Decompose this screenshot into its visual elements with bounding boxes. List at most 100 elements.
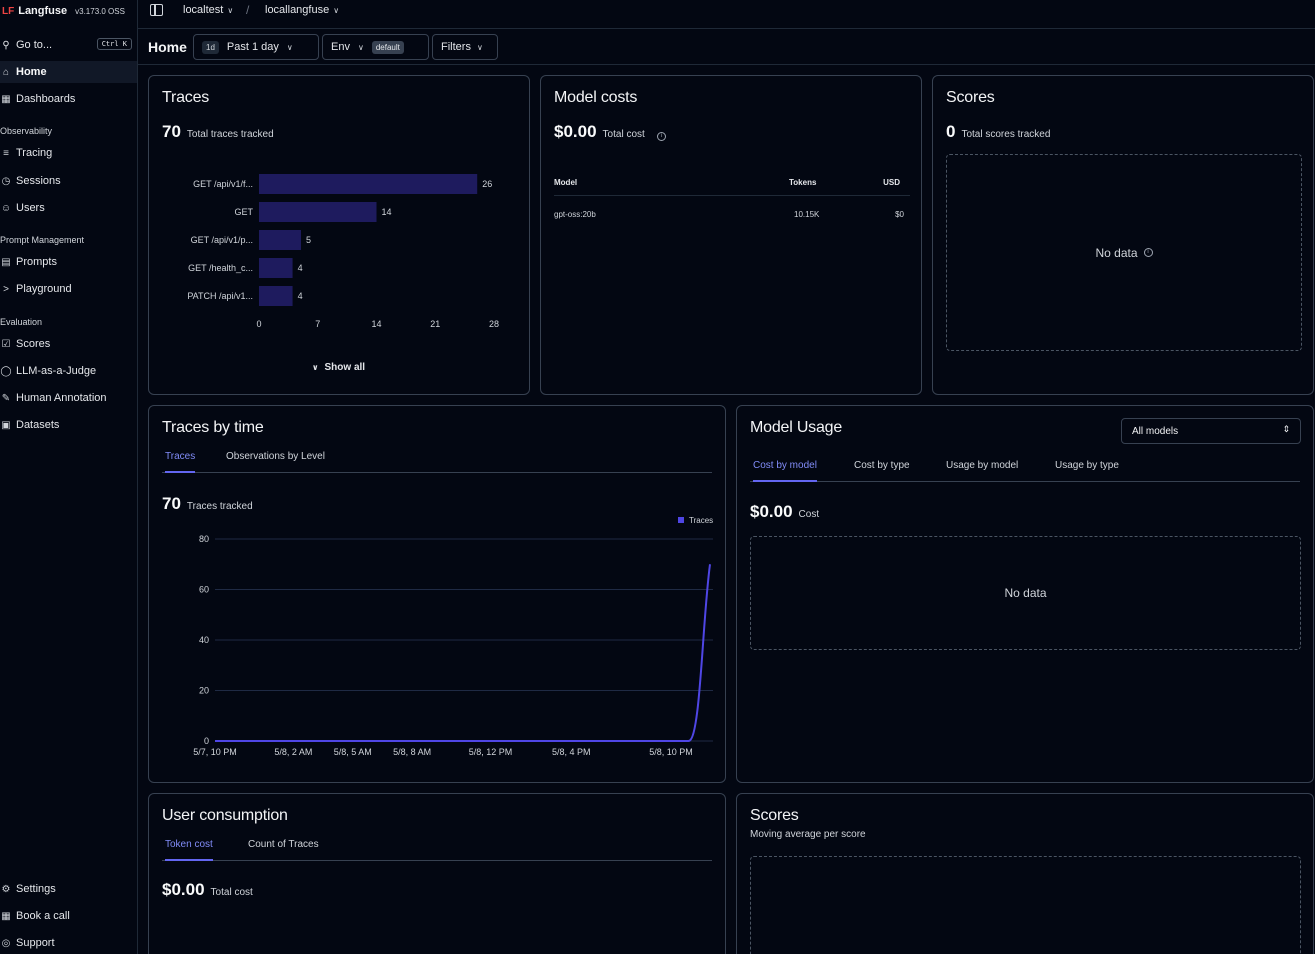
lightbulb-icon: ◯ [0,365,12,377]
chevron-down-icon: ∨ [227,6,234,15]
info-icon[interactable]: i [656,132,666,141]
user-consumption-total: $0.00 [162,880,205,899]
breadcrumb-project-label: locallangfuse [265,4,330,16]
header-model: Model [554,178,578,187]
show-all-label: Show all [324,362,366,373]
tab-usage-by-type[interactable]: Usage by type [1055,460,1119,482]
goto-button[interactable]: ⚲ Go to... Ctrl K [0,37,138,53]
list-icon: ≡ [3,147,9,159]
sidebar-item-home[interactable]: ⌂ Home [0,61,137,83]
annotation-icon: ✎ [1,392,11,404]
sidebar-item-datasets[interactable]: ▣ Datasets [0,414,137,436]
legend-swatch [678,517,684,523]
traces-card-title: Traces [162,89,210,106]
bar [259,174,478,194]
sidebar-item-support[interactable]: ◎ Support [0,932,137,954]
user-consumption-tabs: Token cost Count of Traces [162,839,712,861]
dashboard-icon: ▦ [1,93,11,105]
goto-shortcut: Ctrl K [96,38,132,50]
model-select[interactable]: All models ⇕ [1121,418,1301,444]
chevron-down-icon: ∨ [333,6,340,15]
x-tick-label: 0 [256,319,261,329]
user-consumption-total-label: Total cost [210,887,253,898]
y-tick-label: 40 [199,635,209,645]
sidebar-item-playground[interactable]: > Playground [0,278,137,300]
sidebar-item-label: Home [16,66,47,78]
clock-icon: ◷ [1,175,11,187]
breadcrumb-org[interactable]: localtest ∨ [183,4,233,16]
sidebar-item-label: Scores [16,338,51,350]
tab-observations-by-level[interactable]: Observations by Level [226,451,325,473]
env-value: default [371,40,404,54]
table-row[interactable]: gpt-oss:20b 10.15K $0 [554,206,910,226]
breadcrumb-org-label: localtest [183,4,224,16]
header-usd: USD [883,178,900,187]
filters-button[interactable]: Filters ∨ [432,34,498,60]
chevron-down-icon: ∨ [476,42,483,52]
sidebar-item-settings[interactable]: ⚙ Settings [0,878,137,900]
brand[interactable]: LF Langfuse v3.173.0 OSS [2,4,125,18]
traces-by-time-tabs: Traces Observations by Level [162,451,712,473]
sidebar-item-sessions[interactable]: ◷ Sessions [0,170,137,192]
bar-value-label: 26 [482,179,492,189]
bar [259,230,301,250]
x-tick-label: 14 [371,319,381,329]
model-costs-title: Model costs [554,89,638,106]
section-prompt-management: Prompt Management [0,235,85,245]
bar-value-label: 5 [306,235,311,245]
sidebar-item-tracing[interactable]: ≡ Tracing [0,142,137,164]
breadcrumb-project[interactable]: locallangfuse ∨ [265,4,339,16]
langfuse-logo-icon: LF [2,5,15,17]
bar-value-label: 4 [298,291,303,301]
scores-time-title: Scores [750,807,799,824]
traces-metric: 70 Total traces tracked [162,122,274,142]
user-consumption-metric: $0.00 Total cost [162,880,253,900]
sidebar-item-human-annotation[interactable]: ✎ Human Annotation [0,387,137,409]
model-costs-total-label: Total cost [602,129,645,140]
info-icon[interactable]: i [1143,248,1153,257]
tab-cost-by-type[interactable]: Cost by type [854,460,910,482]
toolbar: Home 1d Past 1 day ∨ Env ∨ default Filte… [138,29,1315,65]
traces-card: Traces 70 Total traces tracked GET /api/… [148,75,530,395]
calendar-icon: ▦ [1,910,11,922]
topbar: localtest ∨ / locallangfuse ∨ [138,0,1315,29]
bar-value-label: 14 [382,207,392,217]
users-icon: ☺ [0,202,12,214]
scores-count-label: Total scores tracked [961,129,1051,140]
tab-cost-by-model[interactable]: Cost by model [753,460,817,482]
x-tick-label: 5/8, 4 PM [552,747,591,757]
sidebar-item-users[interactable]: ☺ Users [0,197,137,219]
x-tick-label: 5/8, 5 AM [334,747,372,757]
traces-count: 70 [162,122,181,141]
traces-by-time-title: Traces by time [162,419,264,436]
tab-token-cost[interactable]: Token cost [165,839,213,861]
traces-count-label: Total traces tracked [186,129,274,140]
chevron-updown-icon: ⇕ [1282,424,1290,434]
sidebar-item-scores[interactable]: ☑ Scores [0,333,137,355]
model-usage-total: $0.00 [750,502,793,521]
sidebar-item-llm-judge[interactable]: ◯ LLM-as-a-Judge [0,360,137,382]
scores-title: Scores [946,89,995,106]
tab-traces[interactable]: Traces [165,451,196,473]
section-observability: Observability [0,126,53,136]
app-version: v3.173.0 OSS [75,6,125,16]
tab-count-of-traces[interactable]: Count of Traces [248,839,319,861]
sidebar-item-label: Tracing [16,147,53,159]
model-costs-header: Model Tokens USD [554,174,910,196]
sidebar-item-book-call[interactable]: ▦ Book a call [0,905,137,927]
sidebar-item-prompts[interactable]: ▤ Prompts [0,251,137,273]
sidebar-toggle-icon[interactable] [150,4,163,16]
date-range-picker[interactable]: 1d Past 1 day ∨ [193,34,319,60]
sidebar-item-dashboards[interactable]: ▦ Dashboards [0,88,137,110]
traces-bar-chart: GET /api/v1/f... 26 GET 14 GET /api/v1/p... 5… [187,174,499,329]
model-usage-total-label: Cost [798,509,820,520]
tab-usage-by-model[interactable]: Usage by model [946,460,1018,482]
section-evaluation: Evaluation [0,317,43,327]
sidebar-item-label: Prompts [16,256,57,268]
env-filter[interactable]: Env ∨ default [322,34,429,60]
model-usage-metric: $0.00 Cost [750,502,819,522]
show-all-button[interactable]: ∨ Show all [312,362,365,373]
x-tick-label: 7 [315,319,320,329]
x-tick-label: 5/7, 10 PM [193,747,237,757]
no-data-label: No data [1095,245,1138,260]
